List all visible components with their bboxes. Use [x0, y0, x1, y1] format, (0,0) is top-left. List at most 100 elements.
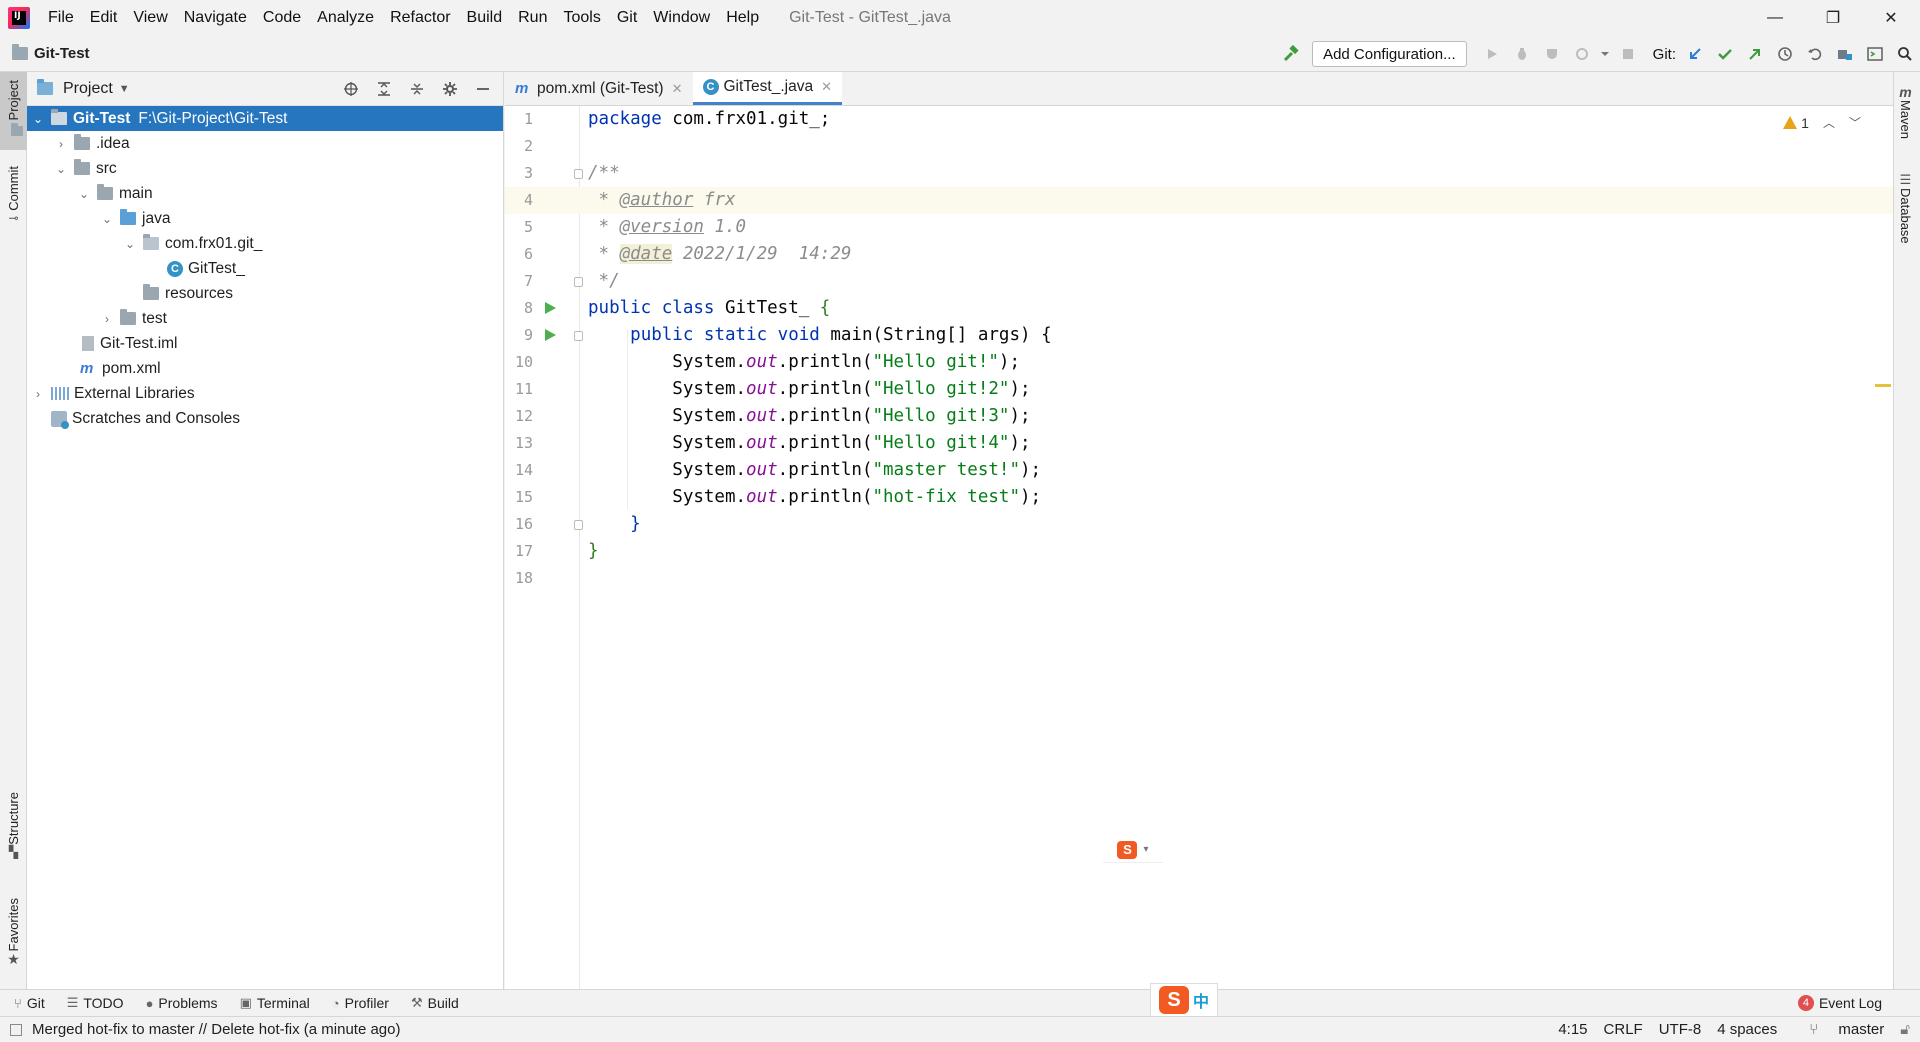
project-structure-icon[interactable] — [1830, 39, 1860, 69]
coverage-icon[interactable] — [1537, 39, 1567, 69]
menu-help[interactable]: Help — [718, 0, 767, 36]
menu-navigate[interactable]: Navigate — [176, 0, 255, 36]
menu-file[interactable]: File — [40, 0, 82, 36]
tool-tab-structure[interactable]: Structure ▚ — [0, 792, 27, 882]
chevron-down-icon[interactable]: ⌄ — [98, 212, 116, 226]
menu-window[interactable]: Window — [645, 0, 718, 36]
lock-icon[interactable]: 🔓︎ — [1900, 1021, 1910, 1038]
debug-icon[interactable] — [1507, 39, 1537, 69]
tool-profiler[interactable]: ◔ Profiler — [332, 995, 389, 1011]
code-line-7[interactable]: 7 */ — [505, 268, 1893, 295]
breadcrumb[interactable]: Git-Test — [12, 44, 90, 62]
run-gutter-icon[interactable] — [545, 329, 556, 341]
tree-item-git-test[interactable]: ⌄ Git-Test F:\Git-Project\Git-Test — [27, 106, 503, 131]
error-stripe-marker[interactable] — [1875, 384, 1891, 387]
event-log-button[interactable]: 4 Event Log — [1797, 995, 1882, 1011]
minimize-button[interactable]: — — [1746, 0, 1804, 36]
tree-item-package[interactable]: ⌄ com.frx01.git_ — [27, 231, 503, 256]
run-gutter-icon[interactable] — [545, 302, 556, 314]
code-line-1[interactable]: 1 package com.frx01.git_; — [505, 106, 1893, 133]
tool-todo[interactable]: ☰ TODO — [67, 995, 124, 1011]
caret-position[interactable]: 4:15 — [1558, 1021, 1587, 1038]
status-message[interactable]: Merged hot-fix to master // Delete hot-f… — [10, 1021, 401, 1038]
tree-item-main[interactable]: ⌄ main — [27, 181, 503, 206]
build-hammer-icon[interactable] — [1276, 39, 1306, 69]
menu-edit[interactable]: Edit — [82, 0, 126, 36]
git-rollback-icon[interactable] — [1800, 39, 1830, 69]
tree-item-scratches[interactable]: Scratches and Consoles — [27, 406, 503, 431]
tool-tab-commit[interactable]: Commit ⊸ — [0, 166, 27, 246]
intellij-logo-icon[interactable]: IJ — [8, 7, 30, 29]
git-branch-widget[interactable]: ⑂ master — [1793, 1021, 1884, 1038]
git-update-icon[interactable] — [1680, 39, 1710, 69]
code-line-6[interactable]: 6 * @date 2022/1/29 14:29 — [505, 241, 1893, 268]
chevron-down-icon[interactable]: ⌄ — [121, 237, 139, 251]
tree-item-external-libraries[interactable]: › External Libraries — [27, 381, 503, 406]
search-icon[interactable] — [1890, 39, 1920, 69]
code-line-4[interactable]: 4 * @author frx — [505, 187, 1893, 214]
inspection-widget[interactable]: 1 ︿ ﹀ — [1783, 114, 1861, 131]
close-icon[interactable]: ✕ — [672, 81, 683, 97]
code-line-18[interactable]: 18 — [505, 565, 1893, 592]
chevron-right-icon[interactable]: › — [98, 312, 116, 326]
chevron-right-icon[interactable]: › — [29, 387, 47, 401]
restore-button[interactable]: ❐ — [1804, 0, 1862, 36]
code-line-12[interactable]: 12 System.out.println("Hello git!3"); — [505, 403, 1893, 430]
file-encoding[interactable]: UTF-8 — [1659, 1021, 1702, 1038]
menu-refactor[interactable]: Refactor — [382, 0, 458, 36]
fold-icon[interactable] — [574, 331, 583, 341]
project-panel-title[interactable]: Project — [63, 80, 113, 98]
menu-view[interactable]: View — [125, 0, 175, 36]
close-window-button[interactable]: ✕ — [1862, 0, 1920, 36]
tool-tab-maven[interactable]: m Maven — [1898, 84, 1913, 139]
fold-icon[interactable] — [574, 169, 583, 179]
code-area[interactable]: 1 package com.frx01.git_; 2 3 /** 4 * @a… — [505, 106, 1893, 989]
tree-item-src[interactable]: ⌄ src — [27, 156, 503, 181]
menu-run[interactable]: Run — [510, 0, 555, 36]
menu-analyze[interactable]: Analyze — [309, 0, 382, 36]
code-line-11[interactable]: 11 System.out.println("Hello git!2"); — [505, 376, 1893, 403]
line-separator[interactable]: CRLF — [1604, 1021, 1643, 1038]
chevron-down-icon[interactable]: ⌄ — [29, 112, 47, 126]
chevron-right-icon[interactable]: › — [52, 137, 70, 151]
tool-git[interactable]: ⑂ Git — [14, 995, 45, 1011]
add-configuration-button[interactable]: Add Configuration... — [1312, 41, 1467, 67]
gear-icon[interactable] — [433, 74, 466, 104]
hide-panel-icon[interactable] — [466, 74, 499, 104]
code-line-16[interactable]: 16 } — [505, 511, 1893, 538]
ime-floating-toolbar[interactable]: S ▾ — [1103, 837, 1163, 863]
git-push-icon[interactable] — [1740, 39, 1770, 69]
run-anything-icon[interactable] — [1860, 39, 1890, 69]
tree-item-java[interactable]: ⌄ java — [27, 206, 503, 231]
tool-terminal[interactable]: ▣ Terminal — [240, 995, 310, 1011]
tab-pom-xml[interactable]: m pom.xml (Git-Test) ✕ — [505, 72, 693, 105]
fold-icon[interactable] — [574, 520, 583, 530]
chevron-down-icon[interactable]: ⌄ — [52, 162, 70, 176]
locate-target-icon[interactable] — [334, 74, 367, 104]
menu-build[interactable]: Build — [459, 0, 511, 36]
toggle-tool-windows-icon[interactable] — [10, 1023, 22, 1036]
breadcrumb-project[interactable]: Git-Test — [34, 45, 90, 62]
git-history-icon[interactable] — [1770, 39, 1800, 69]
code-line-8[interactable]: 8 public class GitTest_ { — [505, 295, 1893, 322]
profile-icon[interactable] — [1567, 39, 1597, 69]
ime-status-indicator[interactable]: S 中 — [1150, 983, 1218, 1017]
menu-tools[interactable]: Tools — [555, 0, 608, 36]
tree-item-iml[interactable]: Git-Test.iml — [27, 331, 503, 356]
chevron-down-icon[interactable]: ⌄ — [75, 187, 93, 201]
tool-tab-database[interactable]: ☰ Database — [1898, 172, 1913, 244]
more-run-chevron-down-icon[interactable] — [1597, 39, 1613, 69]
tree-item-pom[interactable]: m pom.xml — [27, 356, 503, 381]
chevron-down-icon[interactable]: ▼ — [119, 83, 130, 95]
chevron-up-icon[interactable]: ︿ — [1823, 114, 1835, 131]
tree-item-test[interactable]: › test — [27, 306, 503, 331]
menu-code[interactable]: Code — [255, 0, 309, 36]
code-line-15[interactable]: 15 System.out.println("hot-fix test"); — [505, 484, 1893, 511]
tree-item-idea[interactable]: › .idea — [27, 131, 503, 156]
expand-all-icon[interactable] — [367, 74, 400, 104]
code-line-14[interactable]: 14 System.out.println("master test!"); — [505, 457, 1893, 484]
tool-problems[interactable]: ● Problems — [146, 995, 218, 1011]
code-line-17[interactable]: 17 } — [505, 538, 1893, 565]
run-icon[interactable] — [1477, 39, 1507, 69]
tab-gittest-java[interactable]: C GitTest_.java ✕ — [692, 72, 843, 105]
